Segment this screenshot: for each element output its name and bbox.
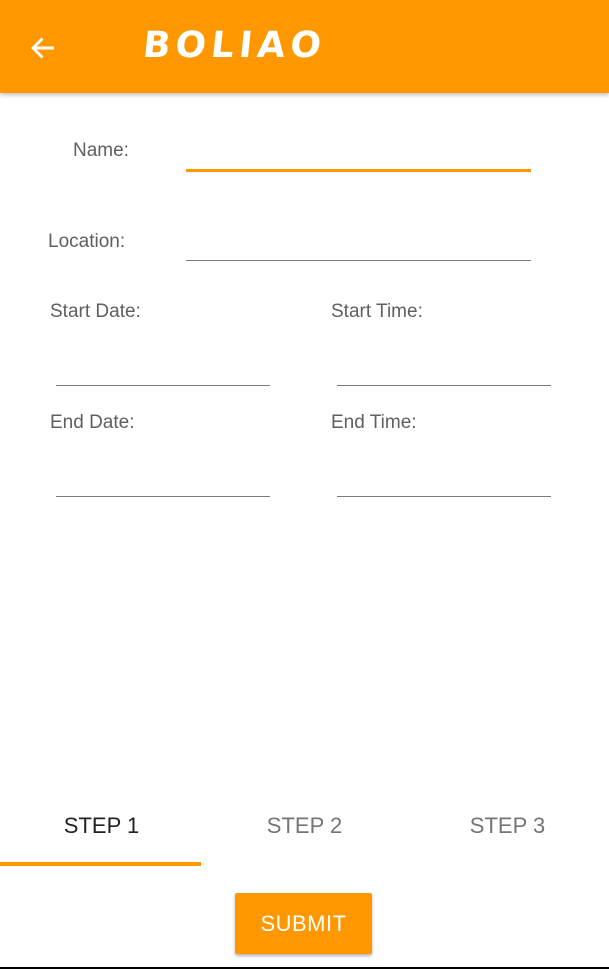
end-date-label: End Date: [50, 412, 135, 433]
app-logo: BOLIAO [140, 25, 329, 66]
active-tab-indicator [0, 862, 201, 866]
end-date-input[interactable] [56, 467, 270, 497]
start-time-label: Start Time: [331, 301, 423, 322]
start-time-input[interactable] [337, 356, 551, 386]
start-date-input[interactable] [56, 356, 270, 386]
name-label: Name: [73, 140, 129, 161]
name-input[interactable] [186, 142, 531, 172]
tab-step-1[interactable]: STEP 1 [0, 812, 203, 840]
back-button[interactable] [24, 28, 64, 68]
submit-button[interactable]: SUBMIT [235, 893, 372, 954]
tab-step-3[interactable]: STEP 3 [406, 812, 609, 840]
tab-step-2[interactable]: STEP 2 [203, 812, 406, 840]
location-label: Location: [48, 231, 126, 252]
app-bar: BOLIAO [0, 0, 609, 93]
location-input[interactable] [186, 231, 531, 261]
end-time-input[interactable] [337, 467, 551, 497]
start-date-label: Start Date: [50, 301, 141, 322]
arrow-left-icon [31, 37, 54, 59]
end-time-label: End Time: [331, 412, 417, 433]
